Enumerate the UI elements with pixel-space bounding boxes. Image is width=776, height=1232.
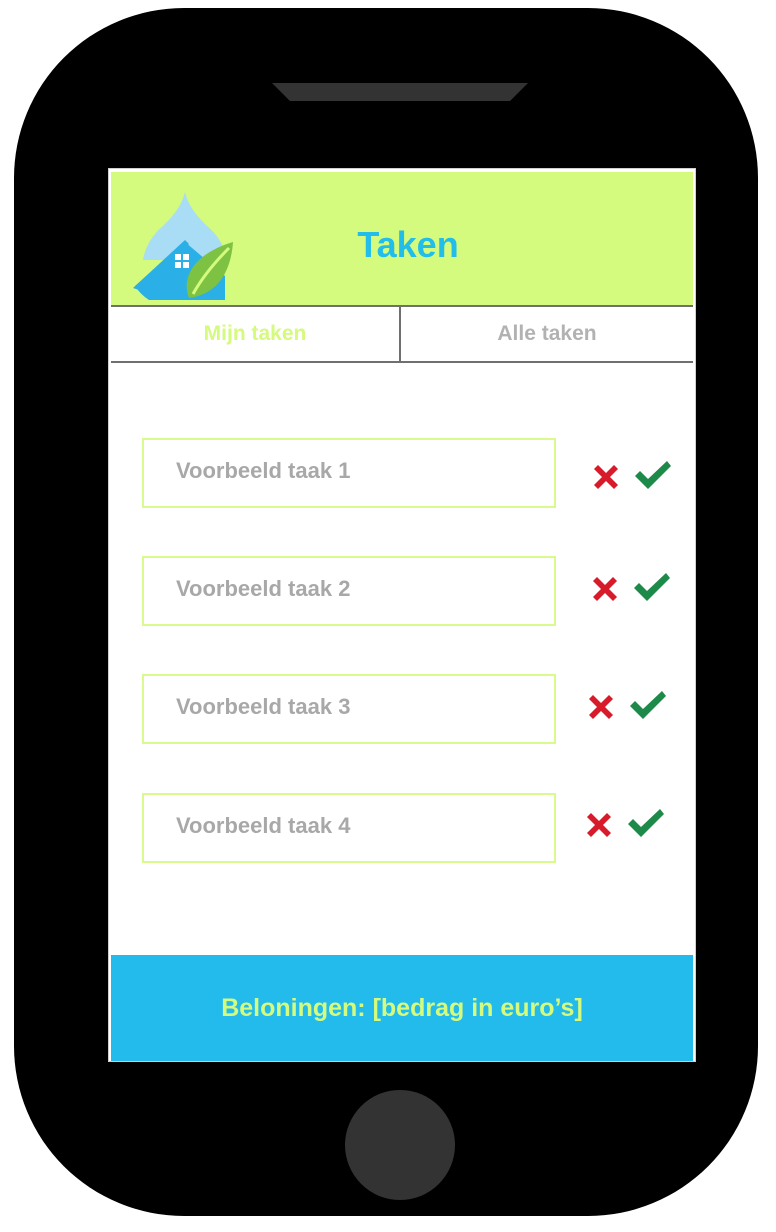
checkmark-icon[interactable] — [632, 570, 672, 604]
x-icon[interactable] — [589, 460, 623, 494]
task-item[interactable]: Voorbeeld taak 1 — [142, 438, 556, 508]
task-label: Voorbeeld taak 4 — [176, 813, 351, 838]
checkmark-icon[interactable] — [626, 806, 666, 840]
task-item[interactable]: Voorbeeld taak 4 — [142, 793, 556, 863]
checkmark-icon[interactable] — [633, 458, 673, 492]
task-row: Voorbeeld taak 3 — [109, 674, 695, 746]
x-icon[interactable] — [584, 690, 618, 724]
task-row: Voorbeeld taak 4 — [109, 793, 695, 865]
task-row: Voorbeeld taak 1 — [109, 438, 695, 510]
task-label: Voorbeeld taak 3 — [176, 694, 351, 719]
speaker-grille — [272, 83, 528, 101]
task-label: Voorbeeld taak 1 — [176, 458, 351, 483]
task-label: Voorbeeld taak 2 — [176, 576, 351, 601]
x-icon[interactable] — [582, 808, 616, 842]
task-item[interactable]: Voorbeeld taak 3 — [142, 674, 556, 744]
home-button[interactable] — [345, 1090, 455, 1200]
rewards-footer: Beloningen: [bedrag in euro’s] — [111, 955, 693, 1061]
task-row: Voorbeeld taak 2 — [109, 556, 695, 628]
phone-frame: Taken Mijn taken Alle taken Voorbeeld ta… — [14, 8, 758, 1216]
rewards-text: Beloningen: [bedrag in euro’s] — [221, 993, 583, 1022]
app-screen: Taken Mijn taken Alle taken Voorbeeld ta… — [108, 168, 696, 1062]
task-list: Voorbeeld taak 1 Voorbeeld taak 2 Voorbe… — [109, 169, 695, 1061]
checkmark-icon[interactable] — [628, 688, 668, 722]
x-icon[interactable] — [588, 572, 622, 606]
task-item[interactable]: Voorbeeld taak 2 — [142, 556, 556, 626]
